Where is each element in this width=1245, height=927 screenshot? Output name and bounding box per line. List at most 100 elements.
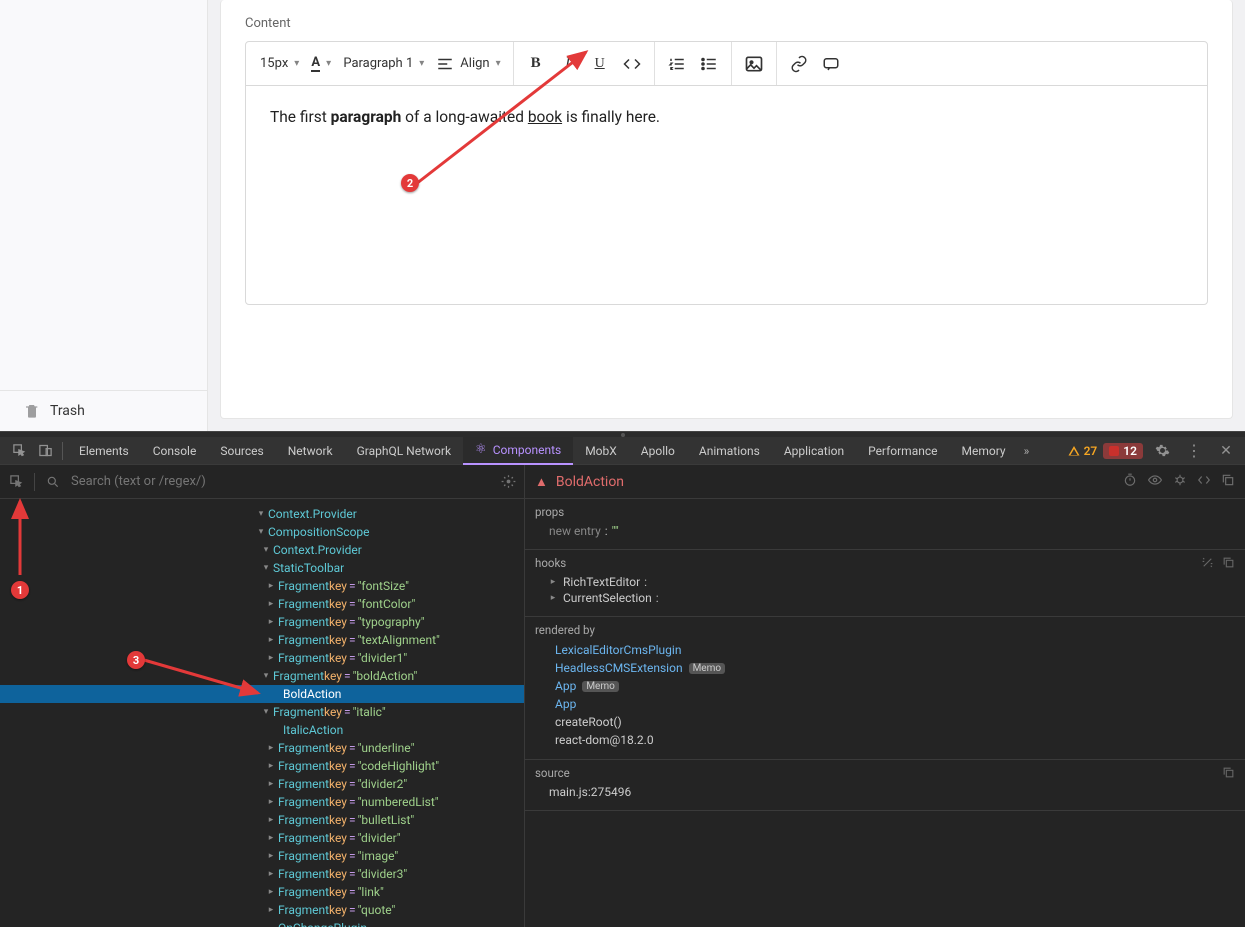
devtools-resize-handle[interactable] [0,431,1245,437]
copy-icon[interactable] [1222,556,1235,574]
devtools-tab-application[interactable]: Application [772,437,856,465]
devtools-tab-graphql-network[interactable]: GraphQL Network [345,437,463,465]
tree-node[interactable]: ▸Fragment key="quote" [0,901,524,919]
sidebar-trash[interactable]: Trash [0,390,207,431]
copy-icon[interactable] [1221,473,1235,490]
selected-component-header: ▲ BoldAction [535,474,624,490]
components-search-input[interactable] [71,474,490,489]
underline-button[interactable]: U [584,48,616,80]
tree-node[interactable]: ▸Fragment key="divider3" [0,865,524,883]
link-icon [790,55,808,73]
italic-button[interactable]: I [552,48,584,80]
hook-entry[interactable]: ▸CurrentSelection: [535,590,1235,606]
errors-badge[interactable]: 12 [1103,443,1143,459]
components-tree[interactable]: ▾Context.Provider▾CompositionScope▾Conte… [0,499,524,927]
tree-node[interactable]: ▾CompositionScope [0,523,524,541]
overflow-tabs-icon[interactable]: » [1024,444,1030,458]
trash-icon [24,403,40,419]
devtools-tab-mobx[interactable]: MobX [573,437,629,465]
tree-node[interactable]: ▸Fragment key="divider2" [0,775,524,793]
devtools-tab-animations[interactable]: Animations [687,437,772,465]
devtools-tab-components[interactable]: Components [463,437,573,465]
trash-label: Trash [50,403,85,419]
text-segment-bold: paragraph [331,108,402,126]
rendered-by-entry: createRoot() [535,713,1235,731]
rich-text-editor: 15px▾ A▾ Paragraph 1▾ Align▾ [245,41,1208,305]
copy-icon[interactable] [1222,766,1235,784]
code-button[interactable] [616,48,648,80]
link-button[interactable] [783,48,815,80]
ordered-list-button[interactable] [661,48,693,80]
close-icon[interactable]: ✕ [1213,438,1239,464]
rendered-by-entry[interactable]: App [535,695,1235,713]
components-search-bar [0,465,524,499]
tree-node[interactable]: ▸Fragment key="bulletList" [0,811,524,829]
tree-node[interactable]: ▸Fragment key="underline" [0,739,524,757]
chevron-down-icon: ▾ [294,58,299,69]
tree-node[interactable]: ▸Fragment key="typography" [0,613,524,631]
warning-icon: ▲ [535,474,548,490]
devtools-tab-console[interactable]: Console [141,437,209,465]
timer-icon[interactable] [1123,473,1137,490]
image-button[interactable] [738,48,770,80]
font-color-select[interactable]: A▾ [305,48,337,80]
tree-node[interactable]: ▾Fragment key="boldAction" [0,667,524,685]
rendered-by-section: rendered by LexicalEditorCmsPluginHeadle… [525,617,1245,760]
tree-node[interactable]: ▸Fragment key="link" [0,883,524,901]
chevron-down-icon: ▾ [496,58,501,69]
tree-node[interactable]: ▾StaticToolbar [0,559,524,577]
editor-content[interactable]: The first paragraph of a long-awaited bo… [246,86,1207,304]
text-align-select[interactable]: Align▾ [430,48,506,80]
typography-select[interactable]: Paragraph 1▾ [337,48,430,80]
inspect-element-icon[interactable] [6,438,32,464]
font-size-select[interactable]: 15px▾ [254,48,305,80]
hook-entry[interactable]: ▸RichTextEditor: [535,574,1235,590]
tree-node[interactable]: ▸Fragment key="divider1" [0,649,524,667]
tree-node[interactable]: BoldAction [0,685,524,703]
source-icon[interactable] [1197,473,1211,490]
tree-node[interactable]: ▾Context.Provider [0,505,524,523]
warnings-badge[interactable]: 27 [1068,444,1098,458]
tree-node[interactable]: ItalicAction [0,721,524,739]
rendered-by-entry[interactable]: AppMemo [535,677,1235,695]
tree-node[interactable]: ▾Fragment key="italic" [0,703,524,721]
props-section: props new entry: "" [525,499,1245,550]
device-toggle-icon[interactable] [32,438,58,464]
tree-node[interactable]: ▸Fragment key="fontColor" [0,595,524,613]
devtools-tab-performance[interactable]: Performance [856,437,949,465]
tree-node[interactable]: ▸Fragment key="codeHighlight" [0,757,524,775]
tree-node[interactable]: OnChangePlugin [0,919,524,927]
tree-node[interactable]: ▸Fragment key="image" [0,847,524,865]
devtools-tab-sources[interactable]: Sources [208,437,275,465]
eye-icon[interactable] [1147,473,1163,490]
select-component-icon[interactable] [8,474,24,490]
quote-icon [822,55,840,73]
settings-icon[interactable] [1149,438,1175,464]
text-segment-underline: book [528,108,562,126]
bold-button[interactable]: B [520,48,552,80]
devtools-tab-network[interactable]: Network [276,437,345,465]
devtools-tab-elements[interactable]: Elements [67,437,141,465]
quote-button[interactable] [815,48,847,80]
magic-wand-icon[interactable] [1201,556,1214,574]
tree-settings-icon[interactable] [500,474,516,490]
tree-node[interactable]: ▾Context.Provider [0,541,524,559]
more-icon[interactable]: ⋮ [1181,438,1207,464]
props-new-entry[interactable]: new entry: "" [535,523,1235,539]
text-segment: is finally here. [562,108,660,126]
main-area: Content 15px▾ A▾ Paragraph 1▾ [208,0,1245,431]
tree-node[interactable]: ▸Fragment key="fontSize" [0,577,524,595]
tree-node[interactable]: ▸Fragment key="numberedList" [0,793,524,811]
annotation-badge-2: 2 [401,174,419,192]
devtools-tab-memory[interactable]: Memory [950,437,1018,465]
image-icon [744,54,764,74]
devtools-tab-apollo[interactable]: Apollo [629,437,687,465]
rendered-by-entry[interactable]: LexicalEditorCmsPlugin [535,641,1235,659]
tree-node[interactable]: ▸Fragment key="textAlignment" [0,631,524,649]
rendered-by-entry[interactable]: HeadlessCMSExtensionMemo [535,659,1235,677]
unordered-list-button[interactable] [693,48,725,80]
tree-node[interactable]: ▸Fragment key="divider" [0,829,524,847]
bug-icon[interactable] [1173,473,1187,490]
align-left-icon [436,55,454,73]
text-segment: of a long-awaited [401,108,528,126]
